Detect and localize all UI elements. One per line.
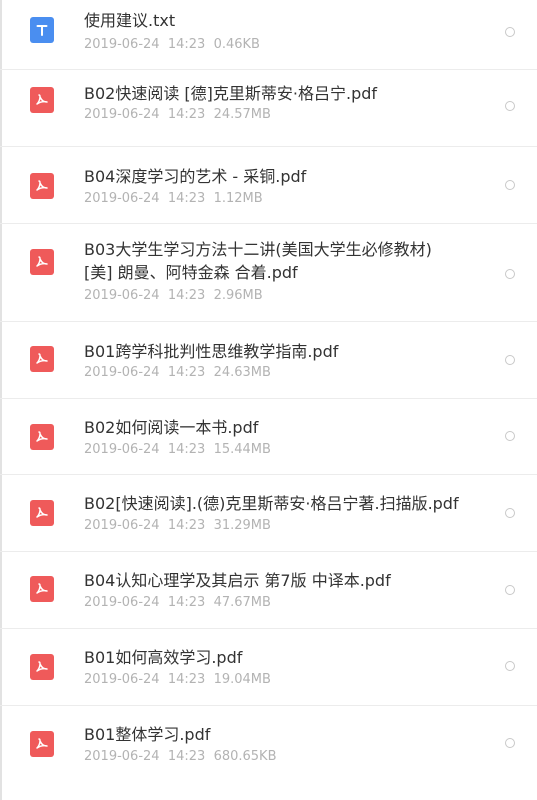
file-name: B03大学生学习方法十二讲(美国大学生必修教材) [美] 朗曼、阿特金森 合着.…	[84, 240, 432, 282]
file-time: 14:23	[167, 518, 206, 533]
file-row[interactable]: B03大学生学习方法十二讲(美国大学生必修教材) [美] 朗曼、阿特金森 合着.…	[0, 224, 537, 322]
file-row[interactable]: B01如何高效学习.pdf 2019-06-24 14:23 19.04MB	[0, 629, 537, 706]
select-radio[interactable]	[505, 355, 515, 365]
file-size: 31.29MB	[213, 518, 271, 533]
file-date: 2019-06-24	[84, 518, 160, 533]
file-time: 14:23	[167, 365, 206, 380]
pdf-file-icon	[30, 87, 54, 113]
select-radio[interactable]	[505, 101, 515, 111]
file-date: 2019-06-24	[84, 288, 160, 303]
file-row[interactable]: B02[快速阅读].(德)克里斯蒂安·格吕宁著.扫描版.pdf 2019-06-…	[0, 475, 537, 552]
file-meta: 2019-06-24 14:23 2.96MB	[84, 288, 263, 304]
file-row[interactable]: B02如何阅读一本书.pdf 2019-06-24 14:23 15.44MB	[0, 399, 537, 475]
select-radio[interactable]	[505, 661, 515, 671]
file-date: 2019-06-24	[84, 749, 160, 764]
file-name: B02[快速阅读].(德)克里斯蒂安·格吕宁著.扫描版.pdf	[84, 494, 459, 513]
file-time: 14:23	[167, 191, 206, 206]
file-row[interactable]: B04深度学习的艺术 - 采铜.pdf 2019-06-24 14:23 1.1…	[0, 147, 537, 224]
file-name: B02快速阅读 [德]克里斯蒂安·格吕宁.pdf	[84, 84, 378, 103]
file-time: 14:23	[167, 288, 206, 303]
file-name: B01如何高效学习.pdf	[84, 648, 243, 667]
select-radio[interactable]	[505, 508, 515, 518]
file-time: 14:23	[167, 595, 206, 610]
pdf-file-icon	[30, 249, 54, 275]
file-name: B01整体学习.pdf	[84, 725, 211, 744]
file-time: 14:23	[167, 749, 206, 764]
file-size: 0.46KB	[213, 37, 260, 52]
file-list: 使用建议.txt 2019-06-24 14:23 0.46KB B02快速阅读…	[0, 0, 537, 796]
select-radio[interactable]	[505, 585, 515, 595]
file-row[interactable]: B01整体学习.pdf 2019-06-24 14:23 680.65KB	[0, 706, 537, 796]
file-size: 47.67MB	[213, 595, 271, 610]
file-row[interactable]: B01跨学科批判性思维教学指南.pdf 2019-06-24 14:23 24.…	[0, 322, 537, 399]
file-date: 2019-06-24	[84, 37, 160, 52]
file-date: 2019-06-24	[84, 672, 160, 687]
file-name: 使用建议.txt	[84, 11, 176, 30]
pdf-file-icon	[30, 654, 54, 680]
file-meta: 2019-06-24 14:23 0.46KB	[84, 37, 260, 53]
pdf-file-icon	[30, 346, 54, 372]
pdf-file-icon	[30, 731, 54, 757]
file-size: 24.57MB	[213, 107, 271, 122]
select-radio[interactable]	[505, 738, 515, 748]
file-row[interactable]: B04认知心理学及其启示 第7版 中译本.pdf 2019-06-24 14:2…	[0, 552, 537, 629]
file-row[interactable]: B02快速阅读 [德]克里斯蒂安·格吕宁.pdf 2019-06-24 14:2…	[0, 70, 537, 147]
select-radio[interactable]	[505, 431, 515, 441]
file-time: 14:23	[167, 442, 206, 457]
file-meta: 2019-06-24 14:23 1.12MB	[84, 191, 263, 207]
file-size: 680.65KB	[213, 749, 277, 764]
file-row[interactable]: 使用建议.txt 2019-06-24 14:23 0.46KB	[0, 0, 537, 70]
select-radio[interactable]	[505, 269, 515, 279]
file-size: 2.96MB	[213, 288, 263, 303]
file-meta: 2019-06-24 14:23 24.63MB	[84, 365, 271, 381]
file-size: 24.63MB	[213, 365, 271, 380]
file-date: 2019-06-24	[84, 442, 160, 457]
file-size: 19.04MB	[213, 672, 271, 687]
pdf-file-icon	[30, 500, 54, 526]
file-meta: 2019-06-24 14:23 47.67MB	[84, 595, 271, 611]
pdf-file-icon	[30, 173, 54, 199]
file-name: B04认知心理学及其启示 第7版 中译本.pdf	[84, 571, 391, 590]
file-meta: 2019-06-24 14:23 19.04MB	[84, 672, 271, 688]
file-size: 1.12MB	[213, 191, 263, 206]
file-date: 2019-06-24	[84, 191, 160, 206]
file-meta: 2019-06-24 14:23 31.29MB	[84, 518, 271, 534]
file-meta: 2019-06-24 14:23 15.44MB	[84, 442, 271, 458]
file-date: 2019-06-24	[84, 107, 160, 122]
file-name: B02如何阅读一本书.pdf	[84, 418, 259, 437]
txt-file-icon	[30, 17, 54, 43]
pdf-file-icon	[30, 424, 54, 450]
file-date: 2019-06-24	[84, 365, 160, 380]
file-time: 14:23	[167, 107, 206, 122]
select-radio[interactable]	[505, 27, 515, 37]
file-date: 2019-06-24	[84, 595, 160, 610]
file-size: 15.44MB	[213, 442, 271, 457]
file-name: B04深度学习的艺术 - 采铜.pdf	[84, 167, 307, 186]
select-radio[interactable]	[505, 180, 515, 190]
pdf-file-icon	[30, 576, 54, 602]
file-meta: 2019-06-24 14:23 24.57MB	[84, 107, 271, 123]
file-meta: 2019-06-24 14:23 680.65KB	[84, 749, 277, 765]
file-name: B01跨学科批判性思维教学指南.pdf	[84, 342, 339, 361]
file-time: 14:23	[167, 672, 206, 687]
file-time: 14:23	[167, 37, 206, 52]
